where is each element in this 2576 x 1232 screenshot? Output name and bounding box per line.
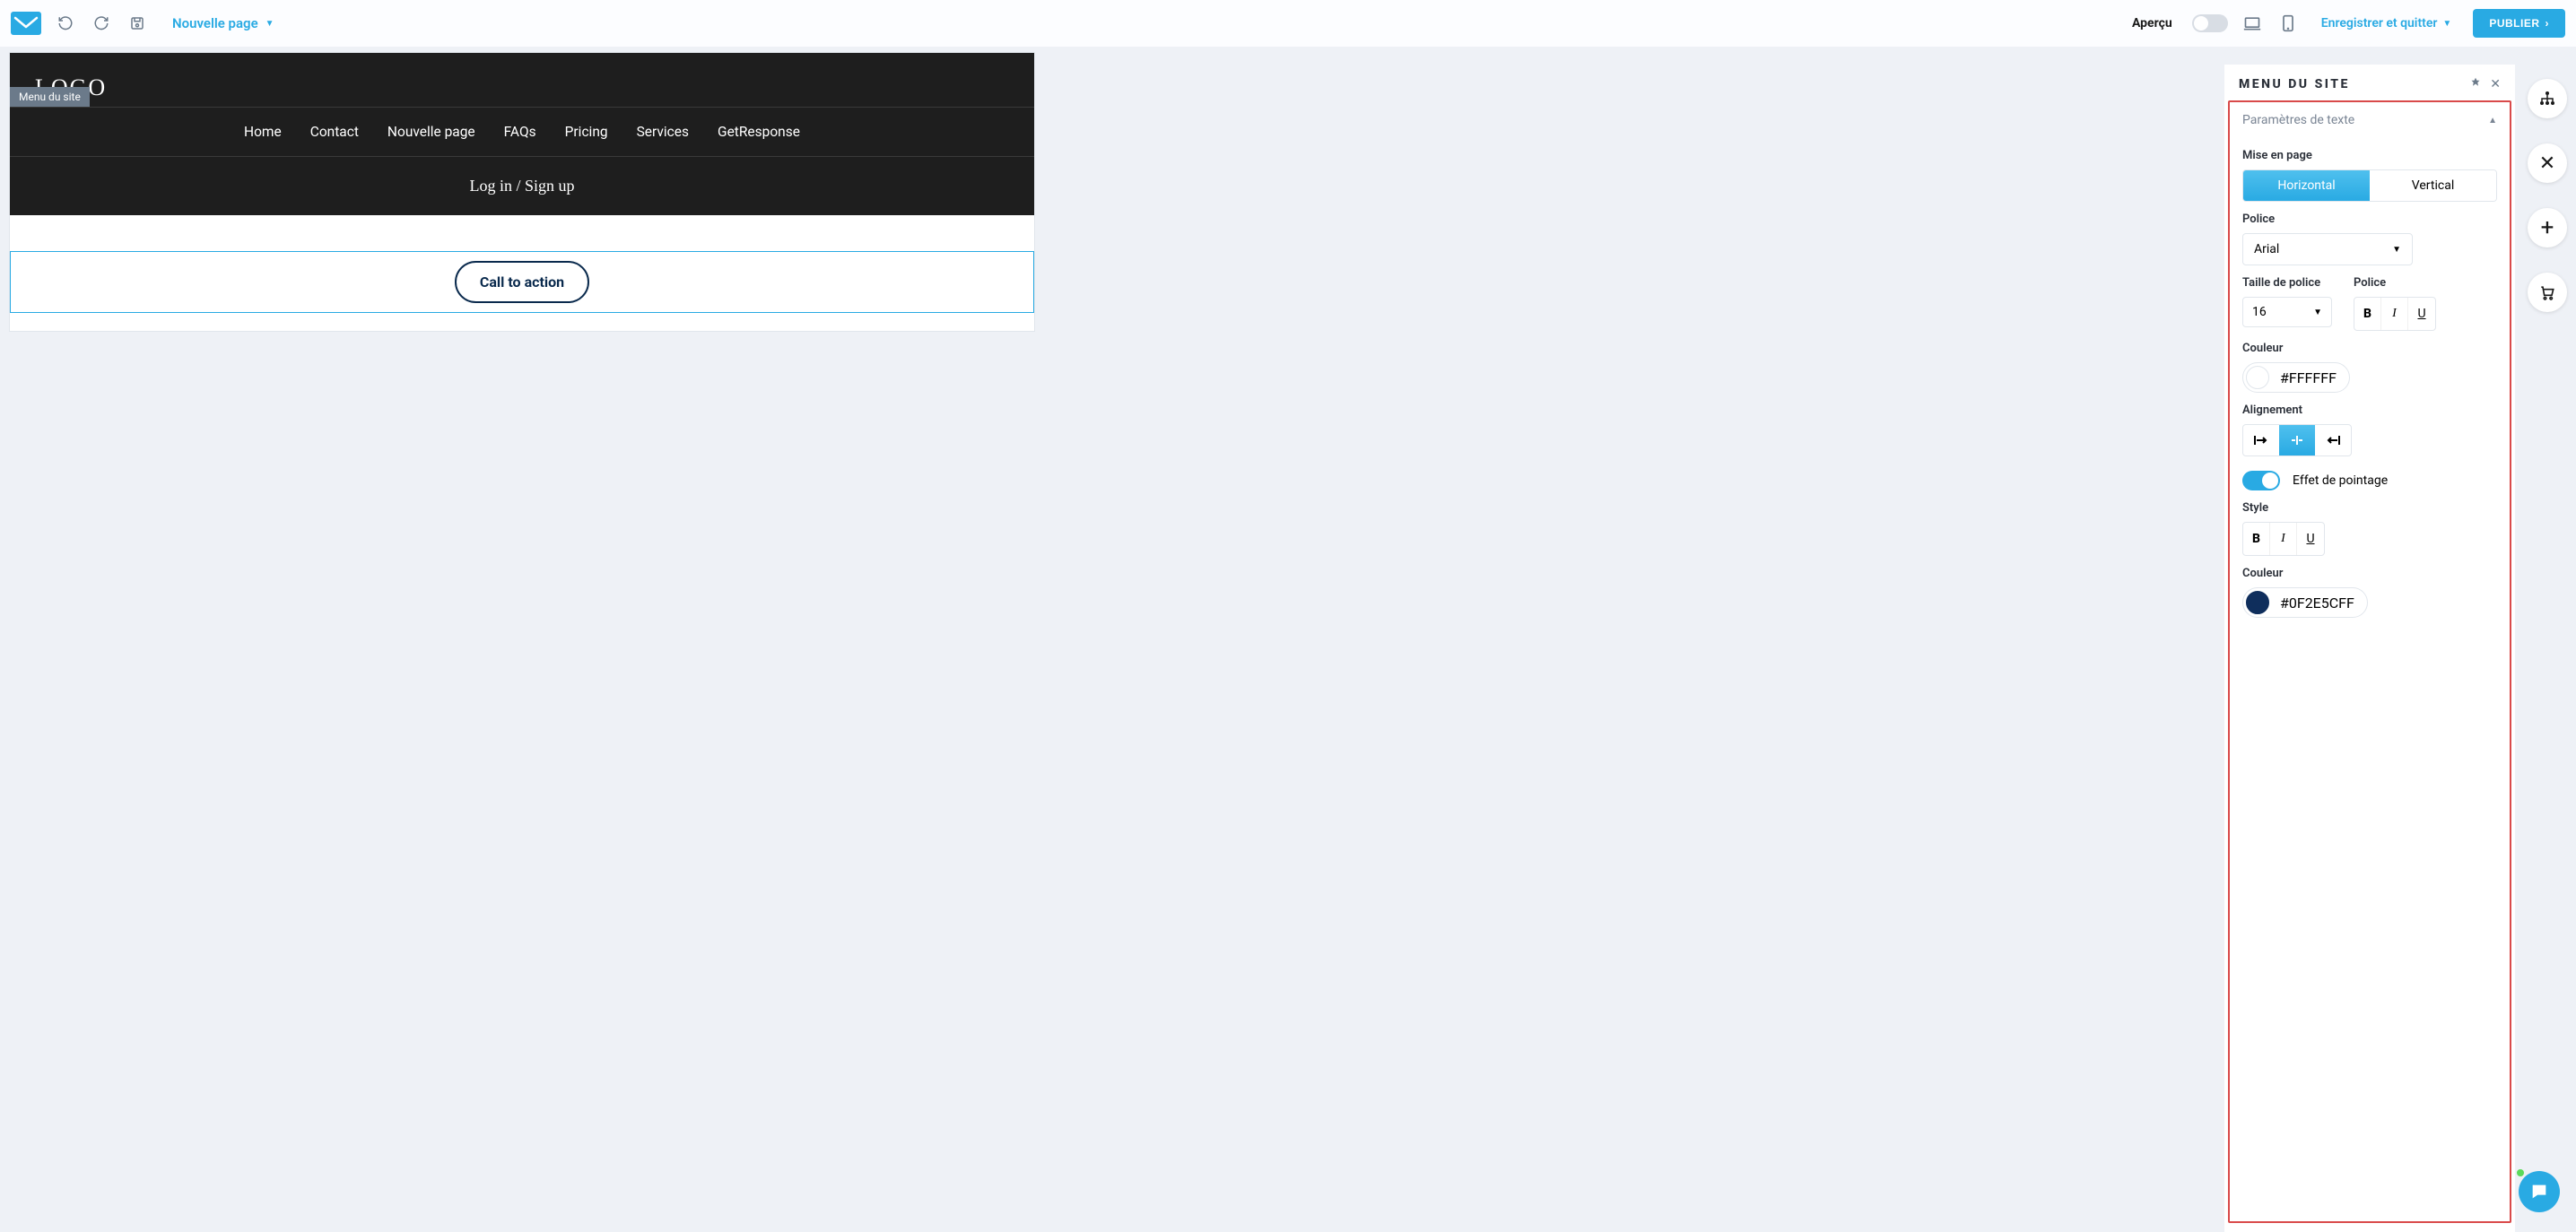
nav-item[interactable]: Pricing: [565, 124, 608, 140]
align-right-button[interactable]: [2315, 425, 2351, 455]
save-icon[interactable]: [126, 12, 149, 35]
top-toolbar: Nouvelle page ▼ Aperçu Enregistrer et qu…: [0, 0, 2576, 47]
redo-icon[interactable]: [90, 12, 113, 35]
hover-color-picker[interactable]: #0F2E5CFF: [2242, 587, 2368, 618]
align-left-button[interactable]: [2243, 425, 2279, 455]
publish-label: PUBLIER: [2489, 17, 2539, 30]
desktop-icon[interactable]: [2241, 12, 2264, 35]
hover-bold-button[interactable]: B: [2243, 523, 2270, 555]
color-picker[interactable]: #FFFFFF: [2242, 362, 2350, 393]
font-size-value: 16: [2252, 305, 2267, 319]
chevron-down-icon: ▼: [2392, 245, 2401, 255]
nav-item[interactable]: GetResponse: [718, 124, 800, 140]
layout-horizontal[interactable]: Horizontal: [2243, 170, 2370, 201]
preview-label: Aperçu: [2132, 16, 2172, 30]
nav-item[interactable]: Contact: [310, 124, 359, 140]
chat-button[interactable]: [2519, 1171, 2560, 1212]
save-exit-label: Enregistrer et quitter: [2321, 16, 2438, 30]
color-value: #FFFFFF: [2280, 369, 2337, 386]
chevron-up-icon: ▲: [2488, 116, 2497, 126]
bold-button[interactable]: B: [2354, 298, 2381, 330]
hover-label: Effet de pointage: [2293, 473, 2388, 488]
close-rail-button[interactable]: ✕: [2528, 143, 2567, 183]
preview-toggle[interactable]: [2192, 14, 2228, 32]
nav-item[interactable]: FAQs: [504, 124, 536, 140]
cta-section[interactable]: Call to action: [10, 251, 1034, 313]
cart-button[interactable]: [2528, 273, 2567, 312]
hover-italic-button[interactable]: I: [2270, 523, 2297, 555]
color-swatch: [2246, 366, 2269, 389]
color-label: Couleur: [2242, 342, 2497, 355]
chevron-down-icon: ▼: [2313, 308, 2322, 317]
hover-style-group: B I U: [2242, 522, 2325, 556]
app-logo[interactable]: [11, 12, 41, 35]
hover-underline-button[interactable]: U: [2297, 523, 2324, 555]
italic-button[interactable]: I: [2381, 298, 2408, 330]
nav-item[interactable]: Nouvelle page: [387, 124, 475, 140]
mobile-icon[interactable]: [2276, 12, 2300, 35]
element-tag: Menu du site: [10, 87, 90, 107]
layout-vertical[interactable]: Vertical: [2370, 170, 2496, 201]
font-size-select[interactable]: 16 ▼: [2242, 297, 2332, 327]
add-button[interactable]: +: [2528, 208, 2567, 247]
save-exit-button[interactable]: Enregistrer et quitter ▼: [2321, 16, 2452, 30]
underline-button[interactable]: U: [2408, 298, 2435, 330]
page-canvas: Menu du site LOGO Home Contact Nouvelle …: [9, 52, 1035, 332]
undo-icon[interactable]: [54, 12, 77, 35]
align-center-button[interactable]: [2279, 425, 2315, 455]
nav-item[interactable]: Services: [637, 124, 689, 140]
alignment-label: Alignement: [2242, 403, 2497, 417]
layout-segment: Horizontal Vertical: [2242, 169, 2497, 202]
font-select[interactable]: Arial ▼: [2242, 233, 2413, 265]
hover-color-swatch: [2246, 591, 2269, 614]
right-rail: ✕ +: [2528, 79, 2567, 312]
page-dropdown[interactable]: Nouvelle page ▼: [172, 15, 274, 31]
pin-icon[interactable]: [2470, 77, 2481, 91]
layout-label: Mise en page: [2242, 149, 2497, 162]
style-label: Style: [2242, 501, 2497, 515]
panel-title: MENU DU SITE: [2239, 77, 2350, 91]
login-signup[interactable]: Log in / Sign up: [10, 157, 1034, 215]
font-style-label: Police: [2354, 276, 2436, 290]
hover-color-value: #0F2E5CFF: [2280, 594, 2354, 612]
publish-button[interactable]: PUBLIER ›: [2473, 9, 2565, 38]
chevron-down-icon: ▼: [265, 19, 274, 29]
page-dropdown-label: Nouvelle page: [172, 15, 258, 31]
site-menu[interactable]: Home Contact Nouvelle page FAQs Pricing …: [10, 108, 1034, 157]
canvas-logo[interactable]: LOGO: [10, 53, 1034, 108]
font-value: Arial: [2254, 242, 2279, 256]
section-label: Paramètres de texte: [2242, 113, 2354, 127]
structure-button[interactable]: [2528, 79, 2567, 118]
hover-toggle[interactable]: [2242, 471, 2280, 490]
section-toggle[interactable]: Paramètres de texte ▲: [2242, 108, 2497, 138]
properties-panel: MENU DU SITE ✕ Paramètres de texte ▲ Mis…: [2224, 65, 2515, 1232]
font-style-group: B I U: [2354, 297, 2436, 331]
hover-color-label: Couleur: [2242, 567, 2497, 580]
font-size-label: Taille de police: [2242, 276, 2332, 290]
chevron-down-icon: ▼: [2442, 19, 2451, 29]
font-label: Police: [2242, 213, 2497, 226]
chevron-right-icon: ›: [2546, 17, 2550, 30]
close-icon[interactable]: ✕: [2490, 77, 2501, 91]
cta-button[interactable]: Call to action: [455, 261, 589, 303]
nav-item[interactable]: Home: [244, 124, 282, 140]
alignment-group: [2242, 424, 2352, 456]
